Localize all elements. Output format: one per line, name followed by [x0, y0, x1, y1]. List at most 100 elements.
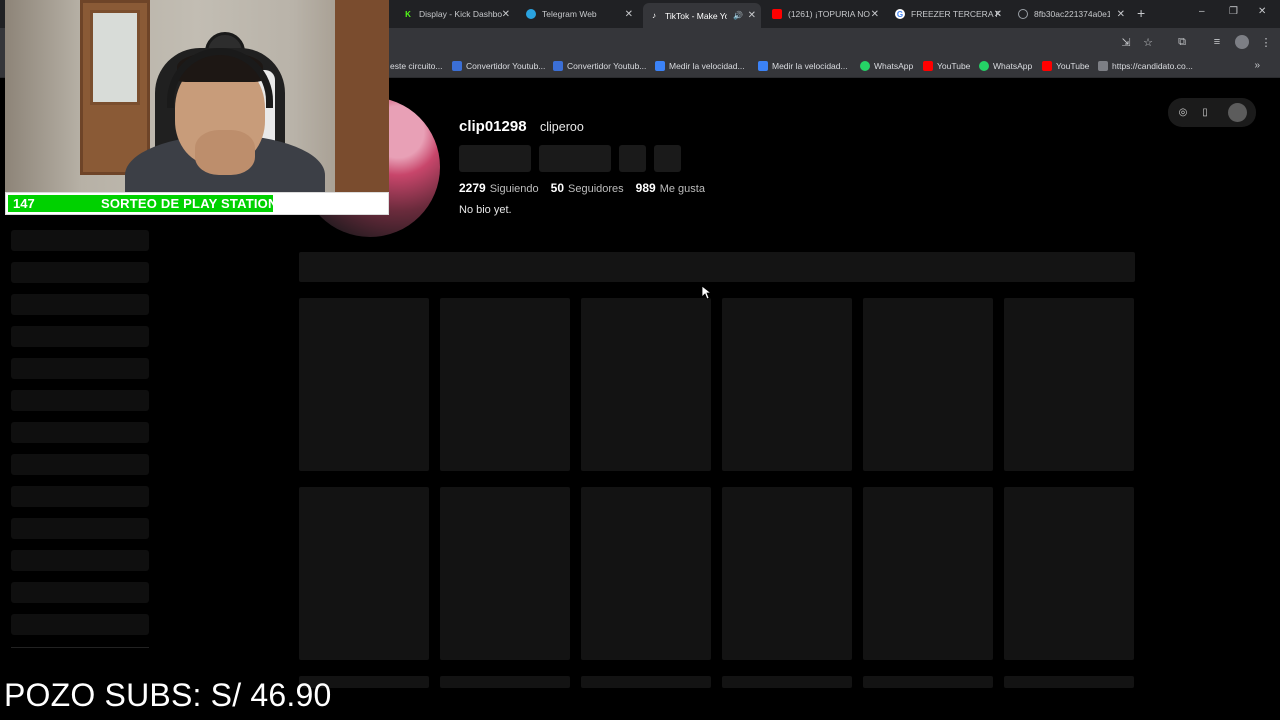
video-tile-placeholder[interactable] [440, 487, 570, 660]
video-tile-placeholder[interactable] [299, 298, 429, 471]
sub-goal-title: SORTEO DE PLAY STATION 5 [101, 196, 289, 211]
sidebar-item-placeholder[interactable] [11, 518, 149, 539]
mouse-cursor-icon [702, 286, 712, 300]
youtube-icon [772, 9, 782, 19]
video-tile-placeholder[interactable] [863, 487, 993, 660]
video-tile-placeholder[interactable] [299, 487, 429, 660]
sub-goal-target: 210 [360, 196, 382, 211]
video-tile-placeholder[interactable] [1004, 487, 1134, 660]
whatsapp-icon [860, 61, 870, 71]
sidebar-item-placeholder[interactable] [11, 358, 149, 379]
share-button-placeholder[interactable] [619, 145, 646, 172]
phone-icon[interactable]: ▯ [1198, 105, 1212, 119]
content-tabs-placeholder [299, 252, 1135, 282]
video-tile-placeholder[interactable] [722, 298, 852, 471]
bookmark-item[interactable]: WhatsApp [860, 61, 913, 71]
bookmark-item[interactable]: Convertidor Youtub... [553, 61, 646, 71]
bookmark-item[interactable]: Convertidor Youtub... [452, 61, 545, 71]
media-control-icon[interactable]: ≡ [1209, 34, 1225, 50]
webcam-overlay [5, 0, 389, 192]
account-avatar[interactable] [1228, 103, 1247, 122]
video-tile-placeholder[interactable] [1004, 676, 1134, 688]
close-tab-icon[interactable]: ✕ [994, 9, 1002, 20]
speedtest-icon [758, 61, 768, 71]
bookmarks-more-button[interactable]: » [1254, 60, 1260, 71]
close-tab-icon[interactable]: ✕ [871, 9, 879, 20]
follow-button-placeholder[interactable] [459, 145, 531, 172]
tab-tiktok[interactable]: ♪ TikTok - Make Yo 🔊 ✕ [643, 3, 761, 28]
tab-hash[interactable]: 8fb30ac221374a0e1 ✕ [1012, 4, 1130, 24]
video-tile-placeholder[interactable] [581, 487, 711, 660]
profile-nickname: cliperoo [540, 120, 584, 134]
close-tab-icon[interactable]: ✕ [1117, 9, 1125, 20]
bookmark-item[interactable]: WhatsApp [979, 61, 1032, 71]
speedtest-icon [655, 61, 665, 71]
close-tab-icon[interactable]: ✕ [625, 9, 633, 20]
video-tile-placeholder[interactable] [722, 487, 852, 660]
globe-icon [1018, 9, 1028, 19]
profile-avatar-icon[interactable] [1235, 35, 1249, 49]
video-tile-placeholder[interactable] [581, 676, 711, 688]
bookmark-item[interactable]: Medir la velocidad... [758, 61, 848, 71]
bookmark-item[interactable]: Medir la velocidad... [655, 61, 745, 71]
star-icon[interactable]: ☆ [1140, 34, 1156, 50]
followers-stat[interactable]: 50 Seguidores [551, 181, 624, 195]
speaker-icon[interactable]: 🔊 [733, 11, 743, 20]
pozo-subs-label: POZO SUBS: S/ 46.90 [4, 677, 332, 713]
sidebar-item-placeholder[interactable] [11, 582, 149, 603]
message-button-placeholder[interactable] [539, 145, 611, 172]
minimize-button[interactable]: – [1199, 6, 1205, 17]
sidebar-item-placeholder[interactable] [11, 550, 149, 571]
video-tile-placeholder[interactable] [581, 298, 711, 471]
sidebar-item-placeholder[interactable] [11, 390, 149, 411]
compass-icon[interactable]: ◎ [1176, 105, 1190, 119]
bookmark-item[interactable]: https://candidato.co... [1098, 61, 1193, 71]
sidebar-item-placeholder[interactable] [11, 326, 149, 347]
sidebar-item-placeholder[interactable] [11, 614, 149, 635]
close-tab-icon[interactable]: ✕ [502, 9, 510, 20]
following-stat[interactable]: 2279 Siguiendo [459, 181, 539, 195]
tab-google-search[interactable]: G FREEZER TERCERA FO ✕ [889, 4, 1007, 24]
tab-youtube[interactable]: (1261) ¡TOPURIA NO ✕ [766, 4, 884, 24]
more-button-placeholder[interactable] [654, 145, 681, 172]
close-tab-icon[interactable]: ✕ [748, 10, 756, 21]
top-right-controls: ◎ ▯ [1168, 98, 1256, 127]
bookmark-item[interactable]: YouTube [1042, 61, 1089, 71]
video-tile-placeholder[interactable] [1004, 298, 1134, 471]
youtube-icon [1042, 61, 1052, 71]
sidebar-item-placeholder[interactable] [11, 294, 149, 315]
sidebar-item-placeholder[interactable] [11, 486, 149, 507]
menu-kebab-icon[interactable]: ⋮ [1258, 34, 1274, 50]
converter-icon [553, 61, 563, 71]
new-tab-button[interactable]: + [1137, 5, 1145, 21]
video-tile-placeholder[interactable] [440, 298, 570, 471]
tab-kick-dashboard[interactable]: K Display - Kick Dashbo ✕ [397, 4, 515, 24]
telegram-icon [526, 9, 536, 19]
tab-telegram[interactable]: Telegram Web ✕ [520, 4, 638, 24]
youtube-icon [923, 61, 933, 71]
restore-button[interactable]: ❐ [1229, 6, 1238, 17]
profile-username: clip01298 [459, 118, 527, 135]
sidebar-item-placeholder[interactable] [11, 454, 149, 475]
extensions-icon[interactable]: ⧉ [1174, 34, 1190, 50]
video-tile-placeholder[interactable] [863, 298, 993, 471]
install-app-icon[interactable]: ⇲ [1118, 34, 1134, 50]
tiktok-icon: ♪ [652, 11, 656, 20]
profile-stats: 2279 Siguiendo 50 Seguidores 989 Me gusta [459, 181, 705, 195]
bookmark-item[interactable]: YouTube [923, 61, 970, 71]
sidebar-item-placeholder[interactable] [11, 422, 149, 443]
video-tile-placeholder[interactable] [722, 676, 852, 688]
google-icon: G [895, 9, 905, 19]
whatsapp-icon [979, 61, 989, 71]
video-tile-placeholder[interactable] [863, 676, 993, 688]
sidebar-item-placeholder[interactable] [11, 262, 149, 283]
sidebar-item-placeholder[interactable] [11, 230, 149, 251]
profile-bio: No bio yet. [459, 204, 512, 216]
likes-stat: 989 Me gusta [635, 181, 705, 195]
kick-icon: K [405, 9, 411, 19]
bookmark-item[interactable]: este circuito... [390, 61, 442, 71]
close-window-button[interactable]: ✕ [1258, 6, 1266, 17]
site-icon [1098, 61, 1108, 71]
sidebar-divider [11, 647, 149, 648]
video-tile-placeholder[interactable] [440, 676, 570, 688]
